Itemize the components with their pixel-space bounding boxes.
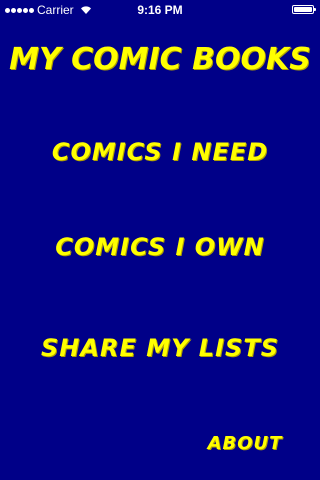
- status-time: 9:16 PM: [137, 3, 183, 17]
- about-button[interactable]: About: [205, 435, 285, 453]
- app-title: My Comic Books: [9, 42, 311, 77]
- status-bar: Carrier 9:16 PM: [0, 0, 320, 20]
- comics-i-own-button[interactable]: Comics I Own: [0, 235, 320, 259]
- share-my-lists-button[interactable]: Share My Lists: [0, 336, 320, 360]
- battery-icon: [292, 5, 316, 14]
- comics-i-need-button[interactable]: Comics I Need: [0, 140, 320, 164]
